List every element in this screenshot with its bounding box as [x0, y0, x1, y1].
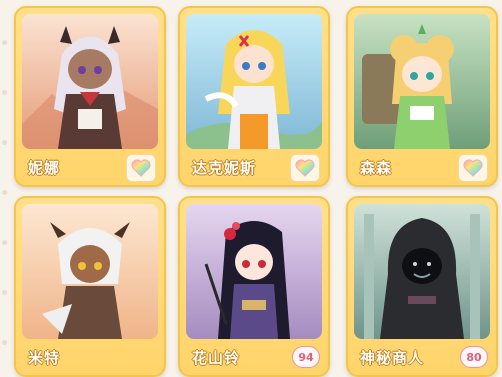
character-card-darkness[interactable]: 达克妮斯 — [178, 6, 330, 187]
rainbow-heart-icon[interactable] — [458, 154, 488, 182]
character-name: 妮娜 — [28, 158, 61, 177]
affinity-badge: 94 — [292, 346, 320, 368]
character-card-senmsen[interactable]: 森森 — [346, 6, 498, 187]
character-name: 达克妮斯 — [192, 158, 257, 177]
character-card-mysterious-merchant[interactable]: 神秘商人 80 — [346, 196, 498, 377]
affinity-badge: 80 — [460, 346, 488, 368]
character-portrait — [22, 204, 158, 339]
character-portrait — [186, 14, 322, 149]
character-portrait — [354, 14, 490, 149]
rainbow-heart-icon[interactable] — [126, 154, 156, 182]
character-card-mite[interactable]: 米特 — [14, 196, 166, 377]
character-portrait — [186, 204, 322, 339]
character-portrait — [22, 14, 158, 149]
character-name: 神秘商人 — [360, 348, 425, 367]
scroll-indicator — [2, 0, 10, 364]
character-card-hanayamarin[interactable]: 花山铃 94 — [178, 196, 330, 377]
rainbow-heart-icon[interactable] — [290, 154, 320, 182]
character-portrait — [354, 204, 490, 339]
character-name: 米特 — [28, 348, 61, 367]
character-name: 花山铃 — [192, 348, 241, 367]
character-name: 森森 — [360, 158, 393, 177]
character-card-nina[interactable]: 妮娜 — [14, 6, 166, 187]
